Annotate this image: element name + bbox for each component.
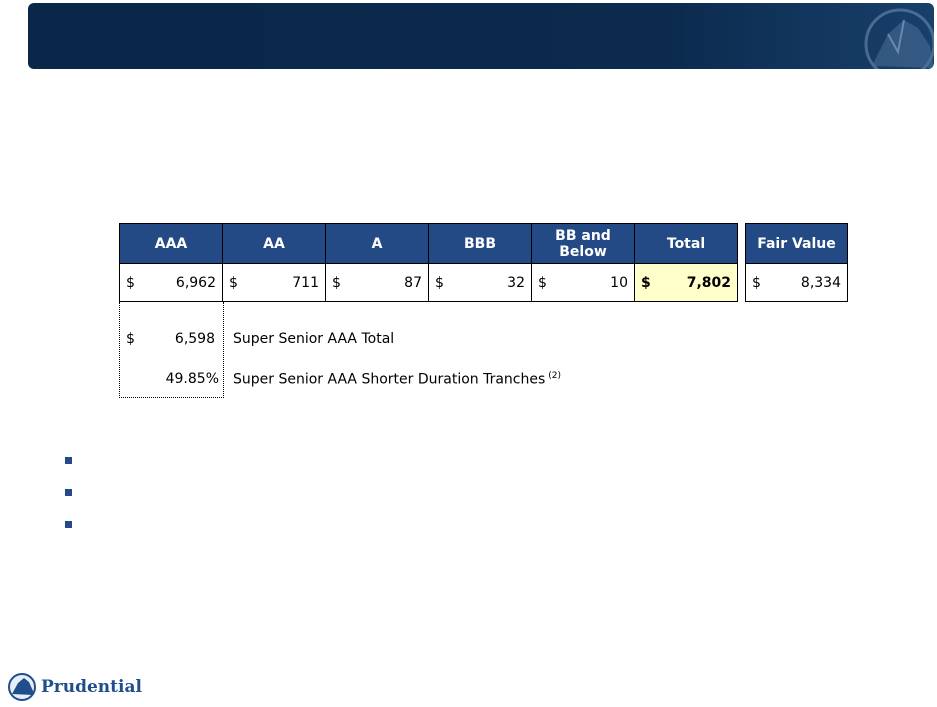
bullet-marker [65,521,72,528]
header-a: A [325,223,429,264]
header-bb-and-below: BB and Below [531,223,635,264]
ratings-value-row: $6,962 $711 $87 $32 $10 $7,802 [119,263,738,302]
ratings-header-row: AAA AA A BBB BB and Below Total [119,223,738,264]
value-fair-value: 8,334 [800,274,841,291]
currency-symbol: $ [126,274,135,291]
cell-total: $7,802 [634,263,738,302]
cell-bbb: $32 [428,263,532,302]
logo-text: Prudential [41,677,142,697]
value-aa: 711 [292,274,319,291]
header-bbb: BBB [428,223,532,264]
cell-bb-and-below: $10 [531,263,635,302]
footnote-marker: (2) [548,371,562,381]
value-bb-and-below: 10 [610,274,628,291]
title-banner [28,3,934,69]
currency-symbol: $ [229,274,238,291]
bullet-marker [65,489,72,496]
prudential-rock-icon [8,673,36,701]
currency-symbol: $ [752,274,761,291]
currency-symbol: $ [435,274,444,291]
rock-of-gibraltar-icon [864,8,934,69]
header-fair-value: Fair Value [745,223,848,264]
ratings-table: AAA AA A BBB BB and Below Total $6,962 $… [119,223,738,302]
currency-symbol: $ [538,274,547,291]
value-total: 7,802 [686,274,731,291]
value-aaa: 6,962 [175,274,216,291]
fair-value-header-row: Fair Value [745,223,848,264]
super-senior-total-label: Super Senior AAA Total [233,331,395,347]
shorter-duration-pct: 49.85% [165,371,219,387]
fair-value-row: $8,334 [745,263,848,302]
cell-a: $87 [325,263,429,302]
shorter-duration-label: Super Senior AAA Shorter Duration Tranch… [233,371,546,388]
header-total: Total [634,223,738,264]
cell-aa: $711 [222,263,326,302]
header-aa: AA [222,223,326,264]
value-a: 87 [404,274,422,291]
currency-symbol: $ [641,274,651,291]
value-bbb: 32 [507,274,525,291]
currency-symbol: $ [126,331,135,347]
header-aaa: AAA [119,223,223,264]
prudential-logo: Prudential [7,672,142,702]
cell-fair-value: $8,334 [745,263,848,302]
super-senior-total-value: 6,598 [174,331,215,347]
currency-symbol: $ [332,274,341,291]
shorter-duration-label-group: Super Senior AAA Shorter Duration Tranch… [233,371,561,388]
bullet-marker [65,457,72,464]
cell-aaa: $6,962 [119,263,223,302]
fair-value-table: Fair Value $8,334 [745,223,848,302]
